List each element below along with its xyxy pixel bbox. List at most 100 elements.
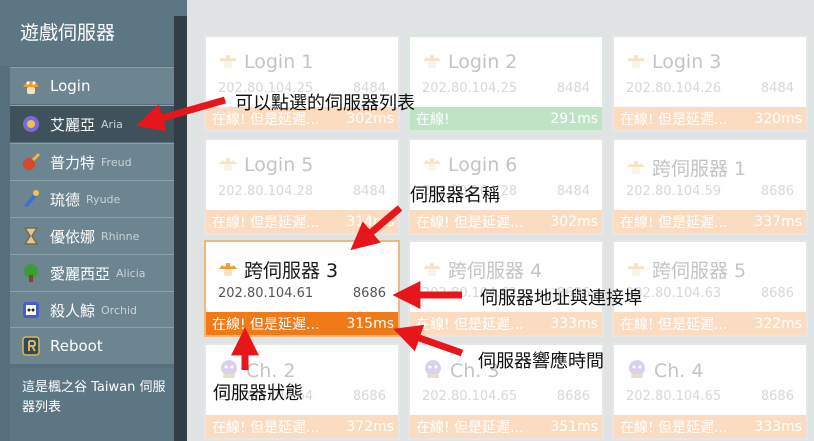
server-latency: 372ms: [346, 418, 394, 435]
server-status: 在線! 但是延遲...: [416, 214, 524, 231]
server-status-bar: 在線! 但是延遲... 320ms: [614, 107, 806, 130]
server-card[interactable]: Login 5 202.80.104.28 8484 在線! 但是延遲... 314ms: [204, 138, 400, 235]
server-port: 8484: [352, 184, 386, 199]
server-status-bar: 在線! 但是延遲... 322ms: [614, 312, 806, 335]
server-port: 8686: [760, 286, 794, 301]
server-card[interactable]: Login 1 202.80.104.25 8484 在線! 但是延遲... 302ms: [204, 35, 400, 132]
server-latency: 322ms: [754, 315, 802, 332]
mushroom-icon: [422, 51, 442, 73]
server-header: 跨伺服器 3: [218, 256, 338, 283]
server-card[interactable]: Login 3 202.80.104.26 8484 在線! 但是延遲... 320ms: [612, 35, 808, 132]
server-status-bar: 在線! 但是延遲... 302ms: [410, 210, 602, 233]
server-latency: 333ms: [550, 315, 598, 332]
sidebar-item-orchid[interactable]: 殺人鯨 Orchid: [10, 291, 174, 328]
server-status: 在線! 但是延遲...: [212, 419, 320, 436]
server-port: 8484: [760, 81, 794, 96]
sidebar-scrollbar[interactable]: [174, 16, 187, 441]
server-status: 在線! 但是延遲...: [416, 419, 524, 436]
server-port: 8484: [556, 184, 590, 199]
annotation-server-status: 伺服器狀態: [213, 383, 303, 404]
mushroom-icon: [626, 51, 646, 73]
mushroom-icon: [218, 154, 238, 176]
mushroom-icon: [626, 157, 646, 179]
server-latency: 302ms: [550, 213, 598, 230]
server-name: 跨伺服器 5: [652, 260, 747, 282]
annotation-server-address: 伺服器地址與連接埠: [480, 288, 642, 309]
server-port: 8686: [352, 286, 386, 301]
server-latency: 320ms: [754, 110, 802, 127]
server-header: Login 2: [422, 51, 517, 73]
sidebar-item-sublabel: Orchid: [101, 303, 138, 317]
sidebar-item-aria[interactable]: 艾麗亞 Aria: [10, 105, 174, 142]
server-latency: 333ms: [754, 418, 802, 435]
server-grid: Login 1 202.80.104.25 8484 在線! 但是延遲... 302ms…: [192, 0, 814, 441]
ryude-world-icon: [20, 188, 42, 210]
sidebar-item-reboot[interactable]: Reboot: [10, 327, 174, 364]
server-name: 跨伺服器 4: [448, 260, 543, 282]
reboot-icon: [20, 335, 42, 357]
annotation-server-name: 伺服器名稱: [410, 185, 500, 206]
server-address: 202.80.104.26: [626, 81, 722, 96]
server-header: Login 5: [218, 154, 313, 176]
server-name: Login 3: [652, 51, 722, 73]
server-status-bar: 在線! 但是延遲... 333ms: [614, 415, 806, 438]
orchid-world-icon: [20, 299, 42, 321]
sidebar-item-sublabel: Ryude: [86, 192, 121, 206]
server-header: Login 1: [218, 51, 313, 73]
character-icon: [626, 359, 648, 383]
server-port: 8484: [556, 81, 590, 96]
character-icon: [422, 359, 444, 383]
server-address: 202.80.104.65: [626, 389, 722, 404]
server-address: 202.80.104.61: [218, 286, 314, 301]
annotation-server-list: 可以點選的伺服器列表: [235, 93, 415, 114]
server-status: 在線! 但是延遲...: [416, 316, 524, 333]
server-status-bar: 在線! 但是延遲... 351ms: [410, 415, 602, 438]
server-header: 跨伺服器 1: [626, 154, 746, 181]
mushroom-icon: [626, 259, 646, 281]
server-latency: 291ms: [550, 110, 598, 127]
server-status: 在線! 但是延遲...: [212, 214, 320, 231]
server-status: 在線! 但是延遲...: [620, 111, 728, 128]
server-port: 8686: [760, 184, 794, 199]
server-card[interactable]: Ch. 4 202.80.104.65 8686 在線! 但是延遲... 333ms: [612, 343, 808, 440]
server-card[interactable]: 跨伺服器 3 202.80.104.61 8686 在線! 但是延遲... 315ms: [204, 240, 400, 337]
sidebar-item-ryude[interactable]: 琉德 Ryude: [10, 180, 174, 217]
sidebar-item-sublabel: Freud: [101, 155, 132, 169]
server-port: 8686: [556, 389, 590, 404]
mushroom-icon: [218, 259, 238, 281]
server-status-bar: 在線! 但是延遲... 333ms: [410, 312, 602, 335]
server-status: 在線! 但是延遲...: [620, 214, 728, 231]
server-status: 在線! 但是延遲...: [620, 316, 728, 333]
server-card[interactable]: Login 2 202.80.104.25 8484 在線! 291ms: [408, 35, 604, 132]
server-header: Login 3: [626, 51, 721, 73]
server-name: Login 5: [244, 154, 314, 176]
server-name: Login 1: [244, 51, 314, 73]
server-status-bar: 在線! 291ms: [410, 107, 602, 130]
sidebar-item-freud[interactable]: 普力特 Freud: [10, 143, 174, 180]
mushroom-icon: [422, 259, 442, 281]
aria-world-icon: [20, 113, 42, 135]
server-name: Login 6: [448, 154, 518, 176]
mushroom-icon: [422, 154, 442, 176]
server-card[interactable]: 跨伺服器 1 202.80.104.59 8686 在線! 但是延遲... 337ms: [612, 138, 808, 235]
sidebar-item-label: 艾麗亞: [50, 115, 96, 134]
server-latency: 351ms: [550, 418, 598, 435]
sidebar-item-label: 普力特: [50, 153, 96, 172]
server-latency: 314ms: [346, 213, 394, 230]
server-address: 202.80.104.25: [422, 81, 518, 96]
server-header: Ch. 4: [626, 359, 703, 383]
sidebar-item-label: 琉德: [50, 190, 81, 209]
server-status: 在線!: [416, 111, 450, 128]
sidebar-item-rhinne[interactable]: 優依娜 Rhinne: [10, 217, 174, 254]
sidebar-item-login[interactable]: Login: [10, 67, 174, 104]
server-name: Ch. 4: [654, 360, 704, 382]
sidebar: 遊戲伺服器 Login 艾麗亞 Aria 普力特 Freud 琉德 Ryude …: [0, 0, 187, 441]
sidebar-item-label: Reboot: [50, 337, 103, 355]
server-name: 跨伺服器 3: [244, 260, 339, 282]
sidebar-item-sublabel: Rhinne: [101, 229, 140, 243]
sidebar-item-sublabel: Alicia: [116, 266, 146, 280]
sidebar-item-label: 殺人鯨: [50, 301, 96, 320]
server-address: 202.80.104.28: [218, 184, 314, 199]
server-status-bar: 在線! 但是延遲... 314ms: [206, 210, 398, 233]
sidebar-item-alicia[interactable]: 愛麗西亞 Alicia: [10, 254, 174, 291]
